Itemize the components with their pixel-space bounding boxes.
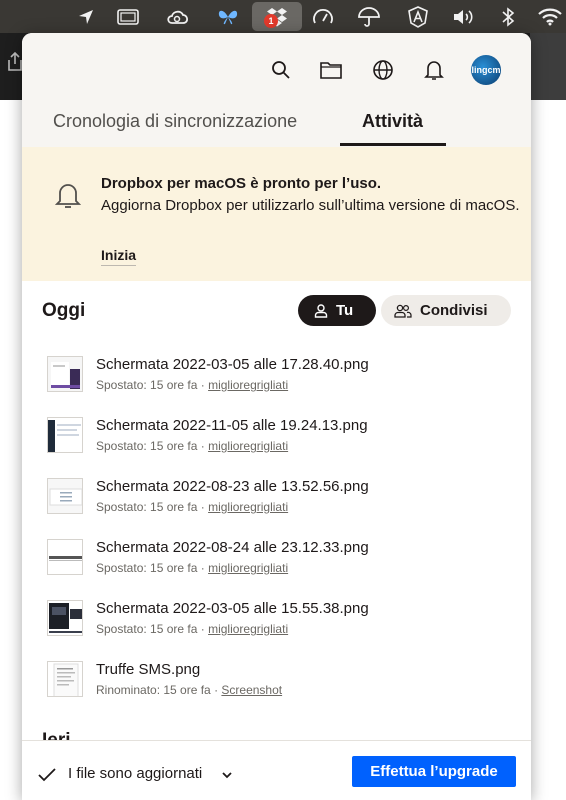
filter-you-button[interactable]: Tu [298,295,376,326]
location-arrow-icon[interactable] [74,6,98,28]
update-notification: Dropbox per macOS è pronto per l’uso. Ag… [22,147,531,281]
file-name: Schermata 2022-11-05 alle 19.24.13.png [96,417,368,434]
activity-item[interactable]: Schermata 2022-08-24 alle 23.12.33.png S… [22,537,531,598]
wifi-icon[interactable] [538,6,562,28]
file-meta: Spostato: 15 ore fa · miglioregrigliati [96,561,289,575]
folder-link[interactable]: miglioregrigliati [208,622,288,636]
globe-icon[interactable] [370,57,396,83]
get-started-link[interactable]: Inizia [101,247,137,266]
panel-header: lingcm Cronologia di sincronizzazione At… [22,33,531,147]
bluetooth-icon[interactable] [496,6,520,28]
activity-item[interactable]: Truffe SMS.png Rinominato: 15 ore fa · S… [22,659,531,720]
file-thumbnail [47,478,83,514]
people-icon [394,304,412,318]
file-thumbnail [47,356,83,392]
upgrade-button[interactable]: Effettua l’upgrade [352,756,516,787]
file-meta: Spostato: 15 ore fa · miglioregrigliati [96,622,289,636]
folder-link[interactable]: miglioregrigliati [208,561,288,575]
menu-bar: 1 [0,0,566,33]
chevron-down-icon[interactable] [221,768,233,780]
filter-you-label: Tu [336,302,354,319]
file-name: Schermata 2022-03-05 alle 15.55.38.png [96,600,369,617]
activity-item[interactable]: Schermata 2022-03-05 alle 17.28.40.png S… [22,354,531,415]
notification-bell-icon [54,181,82,209]
file-name: Schermata 2022-03-05 alle 17.28.40.png [96,356,369,373]
volume-icon[interactable] [452,6,476,28]
filter-shared-button[interactable]: Condivisi [381,295,511,326]
folder-link[interactable]: miglioregrigliati [208,439,288,453]
dropbox-panel: lingcm Cronologia di sincronizzazione At… [22,33,531,800]
bell-icon[interactable] [421,57,447,83]
folder-icon[interactable] [318,57,344,83]
file-meta: Rinominato: 15 ore fa · Screenshot [96,683,283,697]
background-window-edge [530,33,566,100]
person-icon [314,303,328,318]
sync-status[interactable]: I file sono aggiornati [68,765,202,782]
file-meta: Spostato: 15 ore fa · miglioregrigliati [96,439,289,453]
tab-sync-history[interactable]: Cronologia di sincronizzazione [53,111,297,132]
avatar[interactable]: lingcm [471,55,501,85]
file-meta: Spostato: 15 ore fa · miglioregrigliati [96,378,289,392]
window-manager-icon[interactable] [116,6,140,28]
folder-link[interactable]: Screenshot [221,683,282,697]
section-today: Oggi [42,300,86,321]
file-meta: Spostato: 15 ore fa · miglioregrigliati [96,500,289,514]
activity-item[interactable]: Schermata 2022-11-05 alle 19.24.13.png S… [22,415,531,476]
filter-shared-label: Condivisi [420,302,488,319]
speedometer-icon[interactable] [311,6,335,28]
file-name: Truffe SMS.png [96,661,201,678]
butterfly-app-icon[interactable] [216,6,240,28]
file-thumbnail [47,661,83,697]
notification-badge: 1 [264,14,278,28]
activity-item[interactable]: Schermata 2022-08-23 alle 13.52.56.png S… [22,476,531,537]
active-tab-indicator [340,143,446,146]
folder-link[interactable]: miglioregrigliati [208,378,288,392]
activity-item[interactable]: Schermata 2022-03-05 alle 15.55.38.png S… [22,598,531,659]
file-name: Schermata 2022-08-24 alle 23.12.33.png [96,539,369,556]
umbrella-icon[interactable] [357,6,381,28]
notification-body: Aggiorna Dropbox per utilizzarlo sull’ul… [101,197,520,214]
file-thumbnail [47,600,83,636]
folder-link[interactable]: miglioregrigliati [208,500,288,514]
file-name: Schermata 2022-08-23 alle 13.52.56.png [96,478,369,495]
file-thumbnail [47,417,83,453]
file-thumbnail [47,539,83,575]
checkmark-icon [38,768,56,782]
text-accent-icon[interactable] [406,6,430,28]
tab-activity[interactable]: Attività [362,111,423,132]
creative-cloud-icon[interactable] [166,6,190,28]
search-icon[interactable] [268,57,294,83]
panel-footer: I file sono aggiornati Effettua l’upgrad… [22,740,531,800]
notification-title: Dropbox per macOS è pronto per l’uso. [101,175,382,192]
